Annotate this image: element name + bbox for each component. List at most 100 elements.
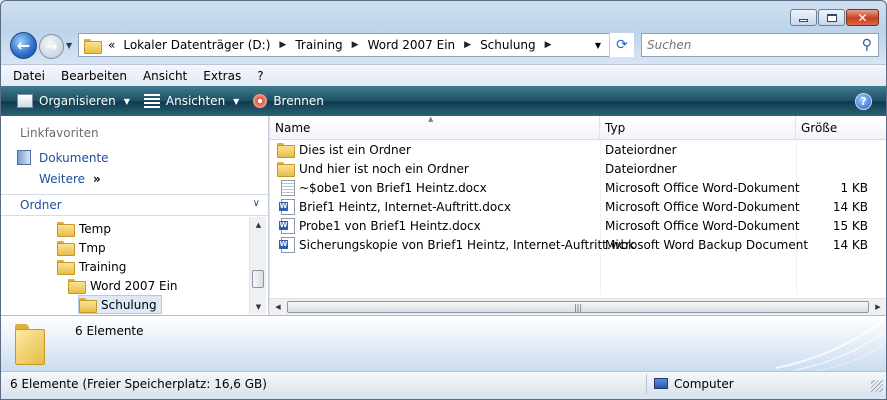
minimize-button[interactable] xyxy=(790,9,817,26)
tree-item-label: Word 2007 Ein xyxy=(90,278,178,293)
favorite-more-link[interactable]: Weitere » xyxy=(39,172,101,186)
maximize-button[interactable] xyxy=(818,9,845,26)
file-size: 14 KB xyxy=(832,199,868,214)
tree-item-label: Temp xyxy=(79,221,111,236)
explorer-window: ✕ ← → ▼ « Lokaler Datenträger (D:) ▶ Tra… xyxy=(0,0,887,400)
file-name-cell: Brief1 Heintz, Internet-Auftritt.docx xyxy=(277,198,511,215)
breadcrumb-arrow-icon[interactable]: ▶ xyxy=(459,40,476,50)
scroll-right-icon[interactable]: ▶ xyxy=(870,299,886,315)
file-type: Microsoft Word Backup Document xyxy=(605,237,809,252)
details-pane: 6 Elemente xyxy=(1,315,886,372)
organize-icon xyxy=(17,94,33,108)
address-overflow[interactable]: « xyxy=(104,38,119,52)
folder-icon xyxy=(277,143,295,158)
breadcrumb-arrow-icon[interactable]: ▶ xyxy=(540,40,557,50)
file-name: Und hier ist noch ein Ordner xyxy=(299,161,469,176)
command-bar: Organisieren ▼ Ansichten ▼ Brennen xyxy=(1,86,886,116)
folder-tree-scrollbar[interactable]: ▲ ▼ xyxy=(249,217,266,314)
recent-pages-dropdown[interactable]: ▼ xyxy=(66,41,76,51)
menu-bar: Datei Bearbeiten Ansicht Extras ? xyxy=(1,64,886,86)
scroll-left-icon[interactable]: ◀ xyxy=(270,299,286,315)
column-header-type[interactable]: Typ xyxy=(600,116,796,140)
column-header-size[interactable]: Größe xyxy=(796,116,886,140)
tree-item-tmp[interactable]: Tmp xyxy=(57,238,106,257)
file-type: Microsoft Office Word-Dokument xyxy=(605,218,800,233)
file-name-cell: Und hier ist noch ein Ordner xyxy=(277,161,469,177)
file-row[interactable]: ~$obe1 von Brief1 Heintz.docx Microsoft … xyxy=(270,178,886,197)
file-type: Dateiordner xyxy=(605,142,677,157)
scroll-thumb[interactable] xyxy=(252,270,264,288)
file-name: Brief1 Heintz, Internet-Auftritt.docx xyxy=(299,199,511,214)
menu-bearbeiten[interactable]: Bearbeiten xyxy=(61,69,127,83)
tree-item-label: Training xyxy=(79,259,127,274)
column-header-name[interactable]: Name ▲ xyxy=(270,115,600,140)
breadcrumb-schulung[interactable]: Schulung xyxy=(476,38,540,52)
menu-extras[interactable]: Extras xyxy=(203,69,241,83)
scroll-thumb[interactable]: ||| xyxy=(287,301,869,313)
file-list-scrollbar[interactable]: ◀ ||| ▶ xyxy=(270,298,886,315)
tree-item-training[interactable]: Training xyxy=(57,257,126,276)
more-label: Weitere xyxy=(39,172,86,186)
views-button[interactable]: Ansichten ▼ xyxy=(143,94,239,108)
minimize-icon xyxy=(799,18,808,22)
address-bar[interactable]: « Lokaler Datenträger (D:) ▶ Training ▶ … xyxy=(78,33,634,57)
breadcrumb-arrow-icon[interactable]: ▶ xyxy=(274,40,291,50)
breadcrumb-arrow-icon[interactable]: ▶ xyxy=(347,40,364,50)
close-button[interactable]: ✕ xyxy=(846,9,879,26)
search-box[interactable]: ⚲ xyxy=(641,33,879,57)
folders-header[interactable]: Ordner ∨ xyxy=(1,194,268,216)
column-header-type-label: Typ xyxy=(605,121,626,135)
status-bar: 6 Elemente (Freier Speicherplatz: 16,6 G… xyxy=(1,371,886,395)
chevron-down-icon: ∨ xyxy=(252,198,260,209)
search-input[interactable] xyxy=(647,38,847,52)
breadcrumb-word-2007-ein[interactable]: Word 2007 Ein xyxy=(364,38,460,52)
sort-ascending-icon: ▲ xyxy=(428,115,434,123)
folder-open-icon xyxy=(57,260,75,275)
file-row[interactable]: Und hier ist noch ein Ordner Dateiordner xyxy=(270,159,886,178)
chevron-down-icon: ▼ xyxy=(123,96,130,106)
views-icon xyxy=(143,94,160,108)
help-icon: ? xyxy=(860,95,867,108)
menu-help[interactable]: ? xyxy=(257,69,263,83)
folder-icon xyxy=(57,222,75,237)
search-icon[interactable]: ⚲ xyxy=(862,37,872,53)
help-button[interactable]: ? xyxy=(855,93,872,110)
tree-item-schulung[interactable]: Schulung xyxy=(78,295,162,314)
scroll-up-icon[interactable]: ▲ xyxy=(250,217,267,232)
refresh-button[interactable]: ⟳ xyxy=(609,33,634,57)
file-name: Dies ist ein Ordner xyxy=(299,142,411,157)
double-chevron-icon: » xyxy=(93,172,101,186)
large-folder-icon xyxy=(13,324,47,366)
back-button[interactable]: ← xyxy=(10,32,37,59)
refresh-icon: ⟳ xyxy=(616,37,628,53)
status-text: 6 Elemente (Freier Speicherplatz: 16,6 G… xyxy=(10,376,267,391)
status-divider xyxy=(646,374,647,394)
address-dropdown-icon[interactable]: ▼ xyxy=(595,41,601,50)
word-document-icon xyxy=(279,217,295,234)
tree-item-temp[interactable]: Temp xyxy=(57,219,111,238)
burn-button[interactable]: Brennen xyxy=(253,94,324,108)
resize-grip-icon[interactable] xyxy=(871,380,883,392)
file-row[interactable]: Sicherungskopie von Brief1 Heintz, Inter… xyxy=(270,235,886,254)
favorite-links-heading: Linkfavoriten xyxy=(20,126,99,140)
tree-item-word-2007-ein[interactable]: Word 2007 Ein xyxy=(68,276,178,295)
decorative-swoosh xyxy=(775,319,885,372)
folder-open-icon xyxy=(68,279,86,294)
file-row[interactable]: Brief1 Heintz, Internet-Auftritt.docx Mi… xyxy=(270,197,886,216)
forward-button[interactable]: → xyxy=(39,34,64,59)
file-size: 14 KB xyxy=(832,237,868,252)
word-document-icon xyxy=(279,198,295,215)
favorite-documents-link[interactable]: Dokumente xyxy=(17,150,109,165)
scroll-down-icon[interactable]: ▼ xyxy=(250,299,267,314)
breadcrumb-drive[interactable]: Lokaler Datenträger (D:) xyxy=(119,38,274,52)
file-row[interactable]: Probe1 von Brief1 Heintz.docx Microsoft … xyxy=(270,216,886,235)
folder-open-icon xyxy=(79,298,97,313)
folders-label: Ordner xyxy=(20,198,62,212)
breadcrumb-training[interactable]: Training xyxy=(291,38,346,52)
organize-button[interactable]: Organisieren ▼ xyxy=(17,94,130,108)
file-row[interactable]: Dies ist ein Ordner Dateiordner xyxy=(270,140,886,159)
column-header-name-label: Name xyxy=(275,121,311,135)
menu-ansicht[interactable]: Ansicht xyxy=(143,69,187,83)
burn-label: Brennen xyxy=(273,94,324,108)
menu-datei[interactable]: Datei xyxy=(13,69,45,83)
